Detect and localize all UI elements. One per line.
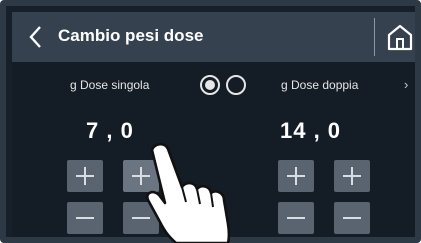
page-title: Cambio pesi dose: [58, 26, 204, 45]
radio-single-dose[interactable]: [200, 75, 220, 95]
double-dose-value: 14 , 0: [280, 118, 342, 143]
plus-icon-stroke: [84, 167, 86, 185]
single-dose-label: g Dose singola: [70, 78, 150, 92]
minus-icon: [76, 217, 94, 219]
back-chevron-icon[interactable]: [26, 24, 46, 50]
double-integer-decrease-button[interactable]: [278, 202, 314, 234]
home-icon[interactable]: [386, 22, 414, 52]
header-divider: [374, 18, 375, 56]
double-decimal-increase-button[interactable]: [334, 160, 370, 192]
chevron-right-icon[interactable]: ›: [404, 77, 408, 92]
single-integer-decrease-button[interactable]: [67, 202, 103, 234]
plus-icon-stroke: [351, 167, 353, 185]
double-decimal-decrease-button[interactable]: [334, 202, 370, 234]
single-dose-value: 7 , 0: [86, 118, 134, 143]
minus-icon: [287, 217, 305, 219]
double-integer-increase-button[interactable]: [278, 160, 314, 192]
plus-icon-stroke: [295, 167, 297, 185]
minus-icon: [343, 217, 361, 219]
header-bar: Cambio pesi dose: [12, 12, 415, 62]
dose-mode-selector: [198, 73, 250, 95]
single-integer-increase-button[interactable]: [67, 160, 103, 192]
double-dose-label: g Dose doppia: [281, 78, 359, 92]
radio-double-dose[interactable]: [226, 75, 246, 95]
touch-hand-icon: [146, 142, 231, 243]
